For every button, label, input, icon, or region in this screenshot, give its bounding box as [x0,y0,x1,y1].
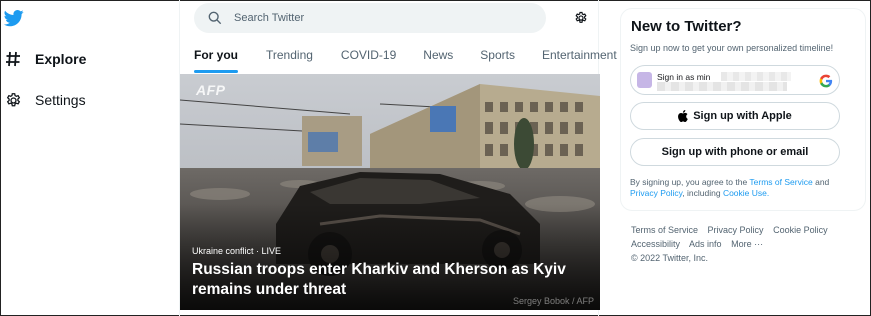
nav-item-settings[interactable]: Settings [4,91,86,109]
signup-card: New to Twitter? Sign up now to get your … [620,8,866,211]
google-signin-button[interactable]: Sign in as min [630,65,840,95]
sidebar-footer: Terms of Service Privacy Policy Cookie P… [631,223,861,265]
nav-label: Settings [35,92,86,108]
copyright: © 2022 Twitter, Inc. [631,253,709,263]
terms-text: and [815,177,830,187]
hashtag-icon [4,50,22,68]
search-input[interactable] [234,12,524,24]
apple-icon [678,110,689,122]
tab-news[interactable]: News [423,36,453,74]
terms-of-service-link[interactable]: Terms of Service [749,177,812,187]
redacted-account [657,82,787,91]
redacted-email [721,72,791,81]
trending-hero-card[interactable]: AFP Sergey Bobok / AFP Ukraine conflict … [180,74,600,310]
settings-gear-icon[interactable] [574,11,588,25]
tab-for-you[interactable]: For you [194,36,238,74]
tab-sports[interactable]: Sports [480,36,515,74]
footer-link-ads-info[interactable]: Ads info [689,239,722,249]
signup-title: New to Twitter? [631,18,742,35]
tab-covid-19[interactable]: COVID-19 [341,36,396,74]
cookie-use-link[interactable]: Cookie Use. [723,188,769,198]
footer-link-accessibility[interactable]: Accessibility [631,239,680,249]
phone-email-signup-label: Sign up with phone or email [661,146,809,158]
footer-link-privacy[interactable]: Privacy Policy [708,225,764,235]
signup-terms: By signing up, you agree to the Terms of… [630,177,850,199]
apple-signup-button[interactable]: Sign up with Apple [630,102,840,130]
search-bar[interactable] [194,3,546,33]
search-icon [208,11,222,25]
hero-headline: Russian troops enter Kharkiv and Kherson… [192,261,566,298]
terms-text: , including [682,188,721,198]
apple-signup-label: Sign up with Apple [693,110,792,122]
twitter-bird-icon[interactable] [3,8,25,28]
tab-trending[interactable]: Trending [266,36,313,74]
afp-watermark: AFP [196,82,226,98]
privacy-policy-link[interactable]: Privacy Policy [630,188,682,198]
footer-link-terms[interactable]: Terms of Service [631,225,698,235]
signup-subtitle: Sign up now to get your own personalized… [630,43,834,53]
nav-label: Explore [35,51,87,67]
tab-entertainment[interactable]: Entertainment [542,36,617,74]
google-icon [819,74,833,88]
hero-kicker: Ukraine conflict · LIVE [192,246,282,256]
terms-text: By signing up, you agree to the [630,177,748,187]
main-column: For you Trending COVID-19 News Sports En… [179,0,617,316]
google-signin-label: Sign in as min [657,72,711,82]
nav-item-explore[interactable]: Explore [4,50,86,68]
footer-link-cookie[interactable]: Cookie Policy [773,225,828,235]
phone-email-signup-button[interactable]: Sign up with phone or email [630,138,840,166]
avatar [637,72,652,88]
gear-icon [4,91,22,109]
footer-link-more[interactable]: More ··· [731,239,763,249]
explore-tabs: For you Trending COVID-19 News Sports En… [180,36,617,74]
